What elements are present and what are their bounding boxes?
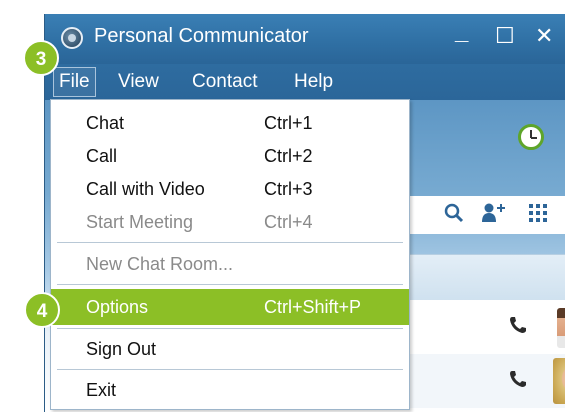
avatar: [557, 308, 565, 348]
menu-item-new-chat-room: New Chat Room...: [51, 248, 409, 281]
menu-item-label: Call: [86, 146, 118, 166]
app-logo-icon: [61, 27, 83, 49]
menu-item-shortcut: Ctrl+1: [264, 113, 313, 133]
contact-row[interactable]: [405, 354, 565, 408]
window-title: Personal Communicator: [94, 25, 309, 47]
menu-separator: [57, 242, 403, 243]
menu-item-label: Chat: [86, 113, 125, 133]
search-icon[interactable]: [443, 202, 465, 224]
person-plus-icon: [482, 203, 505, 222]
menu-item-label: Sign Out: [86, 339, 157, 359]
add-contact-icon[interactable]: [481, 202, 507, 229]
menu-item-call-with-video[interactable]: Call with Video Ctrl+3: [51, 173, 409, 206]
dialpad-grid-icon[interactable]: [529, 204, 547, 222]
menu-item-sign-out[interactable]: Sign Out: [51, 333, 409, 366]
menu-file[interactable]: File: [53, 67, 96, 97]
contact-group-header[interactable]: [405, 254, 565, 302]
menu-item-shortcut: Ctrl+4: [264, 212, 313, 232]
menu-item-chat[interactable]: Chat Ctrl+1: [51, 107, 409, 140]
menu-separator: [57, 369, 403, 370]
menu-contact[interactable]: Contact: [187, 71, 262, 93]
menu-item-label: Call with Video: [86, 179, 205, 199]
title-bar[interactable]: Personal Communicator _ ☐ ✕: [45, 14, 565, 64]
menu-item-label: Options: [86, 297, 149, 317]
menu-item-exit[interactable]: Exit: [51, 374, 409, 407]
menu-item-label: New Chat Room...: [86, 254, 234, 274]
menu-item-start-meeting: Start Meeting Ctrl+4: [51, 206, 409, 239]
phone-icon[interactable]: [509, 316, 527, 334]
menu-item-shortcut: Ctrl+2: [264, 146, 313, 166]
menu-view[interactable]: View: [113, 71, 164, 93]
menu-help[interactable]: Help: [289, 71, 338, 93]
close-button[interactable]: ✕: [535, 23, 553, 49]
menu-separator: [57, 328, 403, 329]
step-badge-options: 4: [24, 292, 60, 328]
avatar: [553, 358, 565, 404]
menu-item-shortcut: Ctrl+3: [264, 179, 313, 199]
phone-icon[interactable]: [509, 370, 527, 388]
contact-row[interactable]: [405, 300, 565, 354]
menu-bar: File View Contact Help: [45, 64, 565, 100]
maximize-button[interactable]: ☐: [495, 23, 515, 49]
menu-item-options[interactable]: Options Ctrl+Shift+P: [51, 289, 409, 325]
menu-item-label: Start Meeting: [86, 212, 194, 232]
file-dropdown-menu: Chat Ctrl+1 Call Ctrl+2 Call with Video …: [50, 99, 410, 410]
menu-item-call[interactable]: Call Ctrl+2: [51, 140, 409, 173]
menu-item-shortcut: Ctrl+Shift+P: [264, 297, 362, 317]
clock-icon[interactable]: [518, 124, 544, 150]
search-toolbar: [405, 196, 565, 234]
menu-item-label: Exit: [86, 380, 117, 400]
step-badge-file: 3: [23, 40, 59, 76]
minimize-button[interactable]: _: [455, 18, 468, 46]
menu-separator: [57, 284, 403, 285]
